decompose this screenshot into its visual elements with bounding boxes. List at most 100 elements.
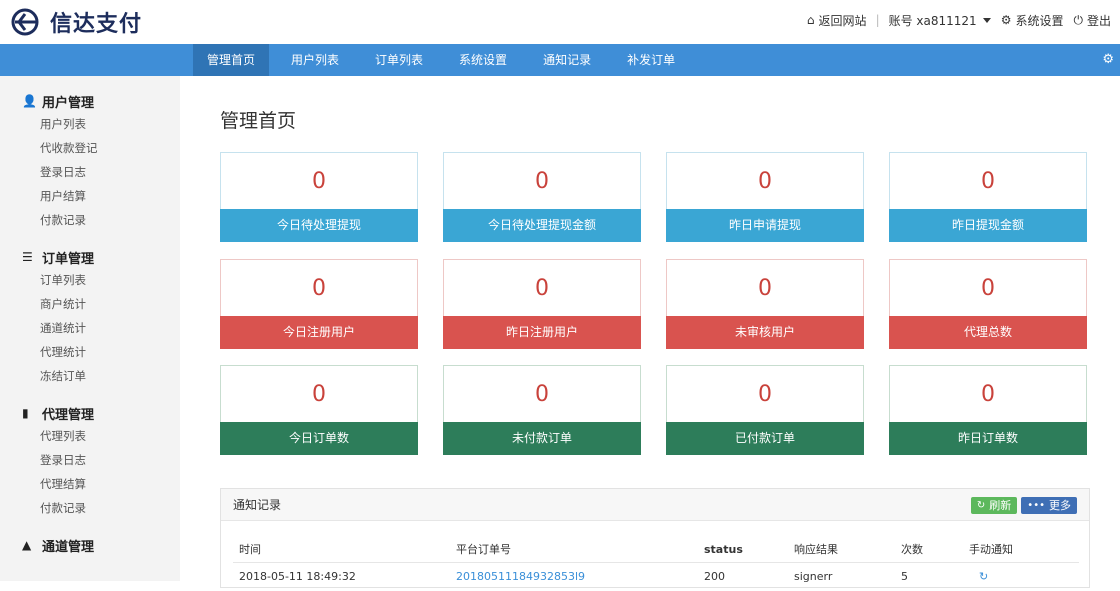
- top-links: ⌂ 返回网站 | 账号 xa811121 ⚙ 系统设置 ⏻ 登出: [802, 0, 1116, 40]
- sidebar-item[interactable]: 用户列表: [0, 112, 180, 136]
- stat-card[interactable]: 0 未付款订单: [443, 365, 641, 455]
- sidebar-item[interactable]: 付款记录: [0, 496, 180, 520]
- col-manual-notify: 手动通知: [969, 543, 1013, 556]
- ellipsis-icon: •••: [1027, 500, 1045, 511]
- nav-item-2[interactable]: 订单列表: [361, 44, 437, 76]
- channel-icon: ▲: [22, 538, 32, 552]
- stat-label: 未审核用户: [666, 316, 864, 349]
- stat-label: 今日待处理提现: [220, 209, 418, 242]
- table-header: 时间 平台订单号 status 响应结果 次数 手动通知: [233, 537, 1079, 563]
- stat-card[interactable]: 0 昨日注册用户: [443, 259, 641, 349]
- stat-label: 已付款订单: [666, 422, 864, 455]
- stat-value: 0: [981, 276, 995, 301]
- home-icon: ⌂: [806, 13, 815, 27]
- sidebar: 👤 用户管理 用户列表 代收款登记 登录日志 用户结算 付款记录 ☰ 订单管理 订单列表 商户统计通…: [0, 76, 180, 581]
- nav-items: 管理首页 用户列表 订单列表 系统设置 通知记录 补发订单: [193, 44, 697, 76]
- sidebar-group-1: ☰ 订单管理 订单列表 商户统计 通道统计 代理统计 冻结订单: [0, 246, 180, 388]
- stat-label: 代理总数: [889, 316, 1087, 349]
- sidebar-item[interactable]: 登录日志: [0, 160, 180, 184]
- brand-logo[interactable]: 信达支付: [10, 7, 142, 37]
- sidebar-group-0: 👤 用户管理 用户列表 代收款登记 登录日志 用户结算 付款记录: [0, 90, 180, 232]
- sidebar-group-title: 用户管理: [42, 95, 95, 111]
- stat-card[interactable]: 0 未审核用户: [666, 259, 864, 349]
- sidebar-item[interactable]: 代理统计: [0, 340, 180, 364]
- stat-value: 0: [758, 276, 772, 301]
- stat-label: 昨日提现金额: [889, 209, 1087, 242]
- back-to-site-link[interactable]: ⌂ 返回网站: [802, 12, 872, 29]
- system-settings-label: 系统设置: [1015, 13, 1064, 28]
- stat-label: 未付款订单: [443, 422, 641, 455]
- stat-card[interactable]: 0 今日待处理提现金额: [443, 152, 641, 242]
- sidebar-group-2: ▮ 代理管理 代理列表 登录日志 代理结算 付款记录: [0, 402, 180, 520]
- row-status: 200: [704, 570, 725, 583]
- refresh-icon: ↻: [976, 500, 986, 511]
- stat-value: 0: [535, 276, 549, 301]
- stat-card[interactable]: 0 昨日申请提现: [666, 152, 864, 242]
- sidebar-item[interactable]: 代理列表: [0, 424, 180, 448]
- user-icon: 👤: [22, 94, 37, 108]
- sidebar-group-header[interactable]: 👤 用户管理: [0, 90, 180, 112]
- stat-card[interactable]: 0 昨日订单数: [889, 365, 1087, 455]
- stat-label: 今日订单数: [220, 422, 418, 455]
- logo-icon: [11, 8, 39, 36]
- more-button[interactable]: ••• 更多: [1021, 497, 1077, 514]
- sidebar-item[interactable]: 订单列表: [0, 268, 180, 292]
- nav-item-3[interactable]: 系统设置: [445, 44, 521, 76]
- system-settings-link[interactable]: ⚙ 系统设置: [996, 12, 1069, 29]
- stat-label: 昨日订单数: [889, 422, 1087, 455]
- table-row: 2018-05-11 18:49:32 20180511184932853l9 …: [233, 563, 1079, 591]
- notice-title: 通知记录: [233, 498, 282, 512]
- stat-card[interactable]: 0 今日订单数: [220, 365, 418, 455]
- stat-card[interactable]: 0 代理总数: [889, 259, 1087, 349]
- stat-card[interactable]: 0 已付款订单: [666, 365, 864, 455]
- sidebar-item[interactable]: 代收款登记: [0, 136, 180, 160]
- row-result: signerr: [794, 570, 833, 583]
- stat-value: 0: [312, 382, 326, 407]
- sidebar-group-header[interactable]: ▮ 代理管理: [0, 402, 180, 424]
- stat-value: 0: [981, 169, 995, 194]
- stat-label: 今日注册用户: [220, 316, 418, 349]
- sidebar-item[interactable]: 用户结算: [0, 184, 180, 208]
- sidebar-group-title: 订单管理: [42, 251, 95, 267]
- nav-item-1[interactable]: 用户列表: [277, 44, 353, 76]
- sidebar-item[interactable]: 商户统计: [0, 292, 180, 316]
- main-content: 管理首页 0 今日待处理提现 0 今日待处理提现金额 0 昨日申请提现 0 昨日提现金额 0 今日…: [180, 76, 1120, 588]
- refresh-label: 刷新: [989, 499, 1012, 512]
- stat-value: 0: [981, 382, 995, 407]
- nav-item-0[interactable]: 管理首页: [193, 44, 270, 76]
- sidebar-group-header[interactable]: ☰ 订单管理: [0, 246, 180, 268]
- sidebar-item[interactable]: 通道统计: [0, 316, 180, 340]
- logout-label: 登出: [1086, 13, 1111, 28]
- logout-link[interactable]: ⏻ 登出: [1068, 12, 1116, 29]
- nav-item-5[interactable]: 补发订单: [613, 44, 689, 76]
- stat-card[interactable]: 0 昨日提现金额: [889, 152, 1087, 242]
- stat-value: 0: [535, 169, 549, 194]
- sidebar-item[interactable]: 付款记录: [0, 208, 180, 232]
- stat-label: 昨日注册用户: [443, 316, 641, 349]
- file-icon: ▮: [22, 406, 29, 420]
- nav-gear-icon[interactable]: ⚙: [1102, 52, 1114, 67]
- stat-card[interactable]: 0 今日待处理提现: [220, 152, 418, 242]
- col-result: 响应结果: [794, 543, 838, 556]
- sidebar-group-header[interactable]: ▲ 通道管理: [0, 534, 180, 556]
- stat-label: 今日待处理提现金额: [443, 209, 641, 242]
- col-order-no: 平台订单号: [456, 543, 511, 556]
- notice-panel: 通知记录 ↻ 刷新 ••• 更多 时间 平台订单号 status 响应结果 次数…: [220, 488, 1090, 588]
- col-time: 时间: [239, 543, 261, 556]
- stat-card[interactable]: 0 今日注册用户: [220, 259, 418, 349]
- sidebar-item[interactable]: 冻结订单: [0, 364, 180, 388]
- col-status: status: [704, 543, 743, 556]
- manual-notify-button[interactable]: ↻: [969, 563, 1079, 591]
- sidebar-item[interactable]: 登录日志: [0, 448, 180, 472]
- more-label: 更多: [1049, 499, 1071, 512]
- account-dropdown[interactable]: 账号 xa811121: [884, 12, 996, 29]
- refresh-button[interactable]: ↻ 刷新: [970, 497, 1018, 514]
- stat-value: 0: [535, 382, 549, 407]
- row-order-link[interactable]: 20180511184932853l9: [456, 563, 704, 591]
- caret-down-icon: [982, 17, 991, 23]
- nav-item-4[interactable]: 通知记录: [529, 44, 605, 76]
- list-icon: ☰: [22, 250, 33, 264]
- notice-table: 时间 平台订单号 status 响应结果 次数 手动通知 2018-05-11 …: [233, 537, 1079, 591]
- sidebar-item[interactable]: 代理结算: [0, 472, 180, 496]
- account-label: 账号 xa811121: [888, 13, 977, 28]
